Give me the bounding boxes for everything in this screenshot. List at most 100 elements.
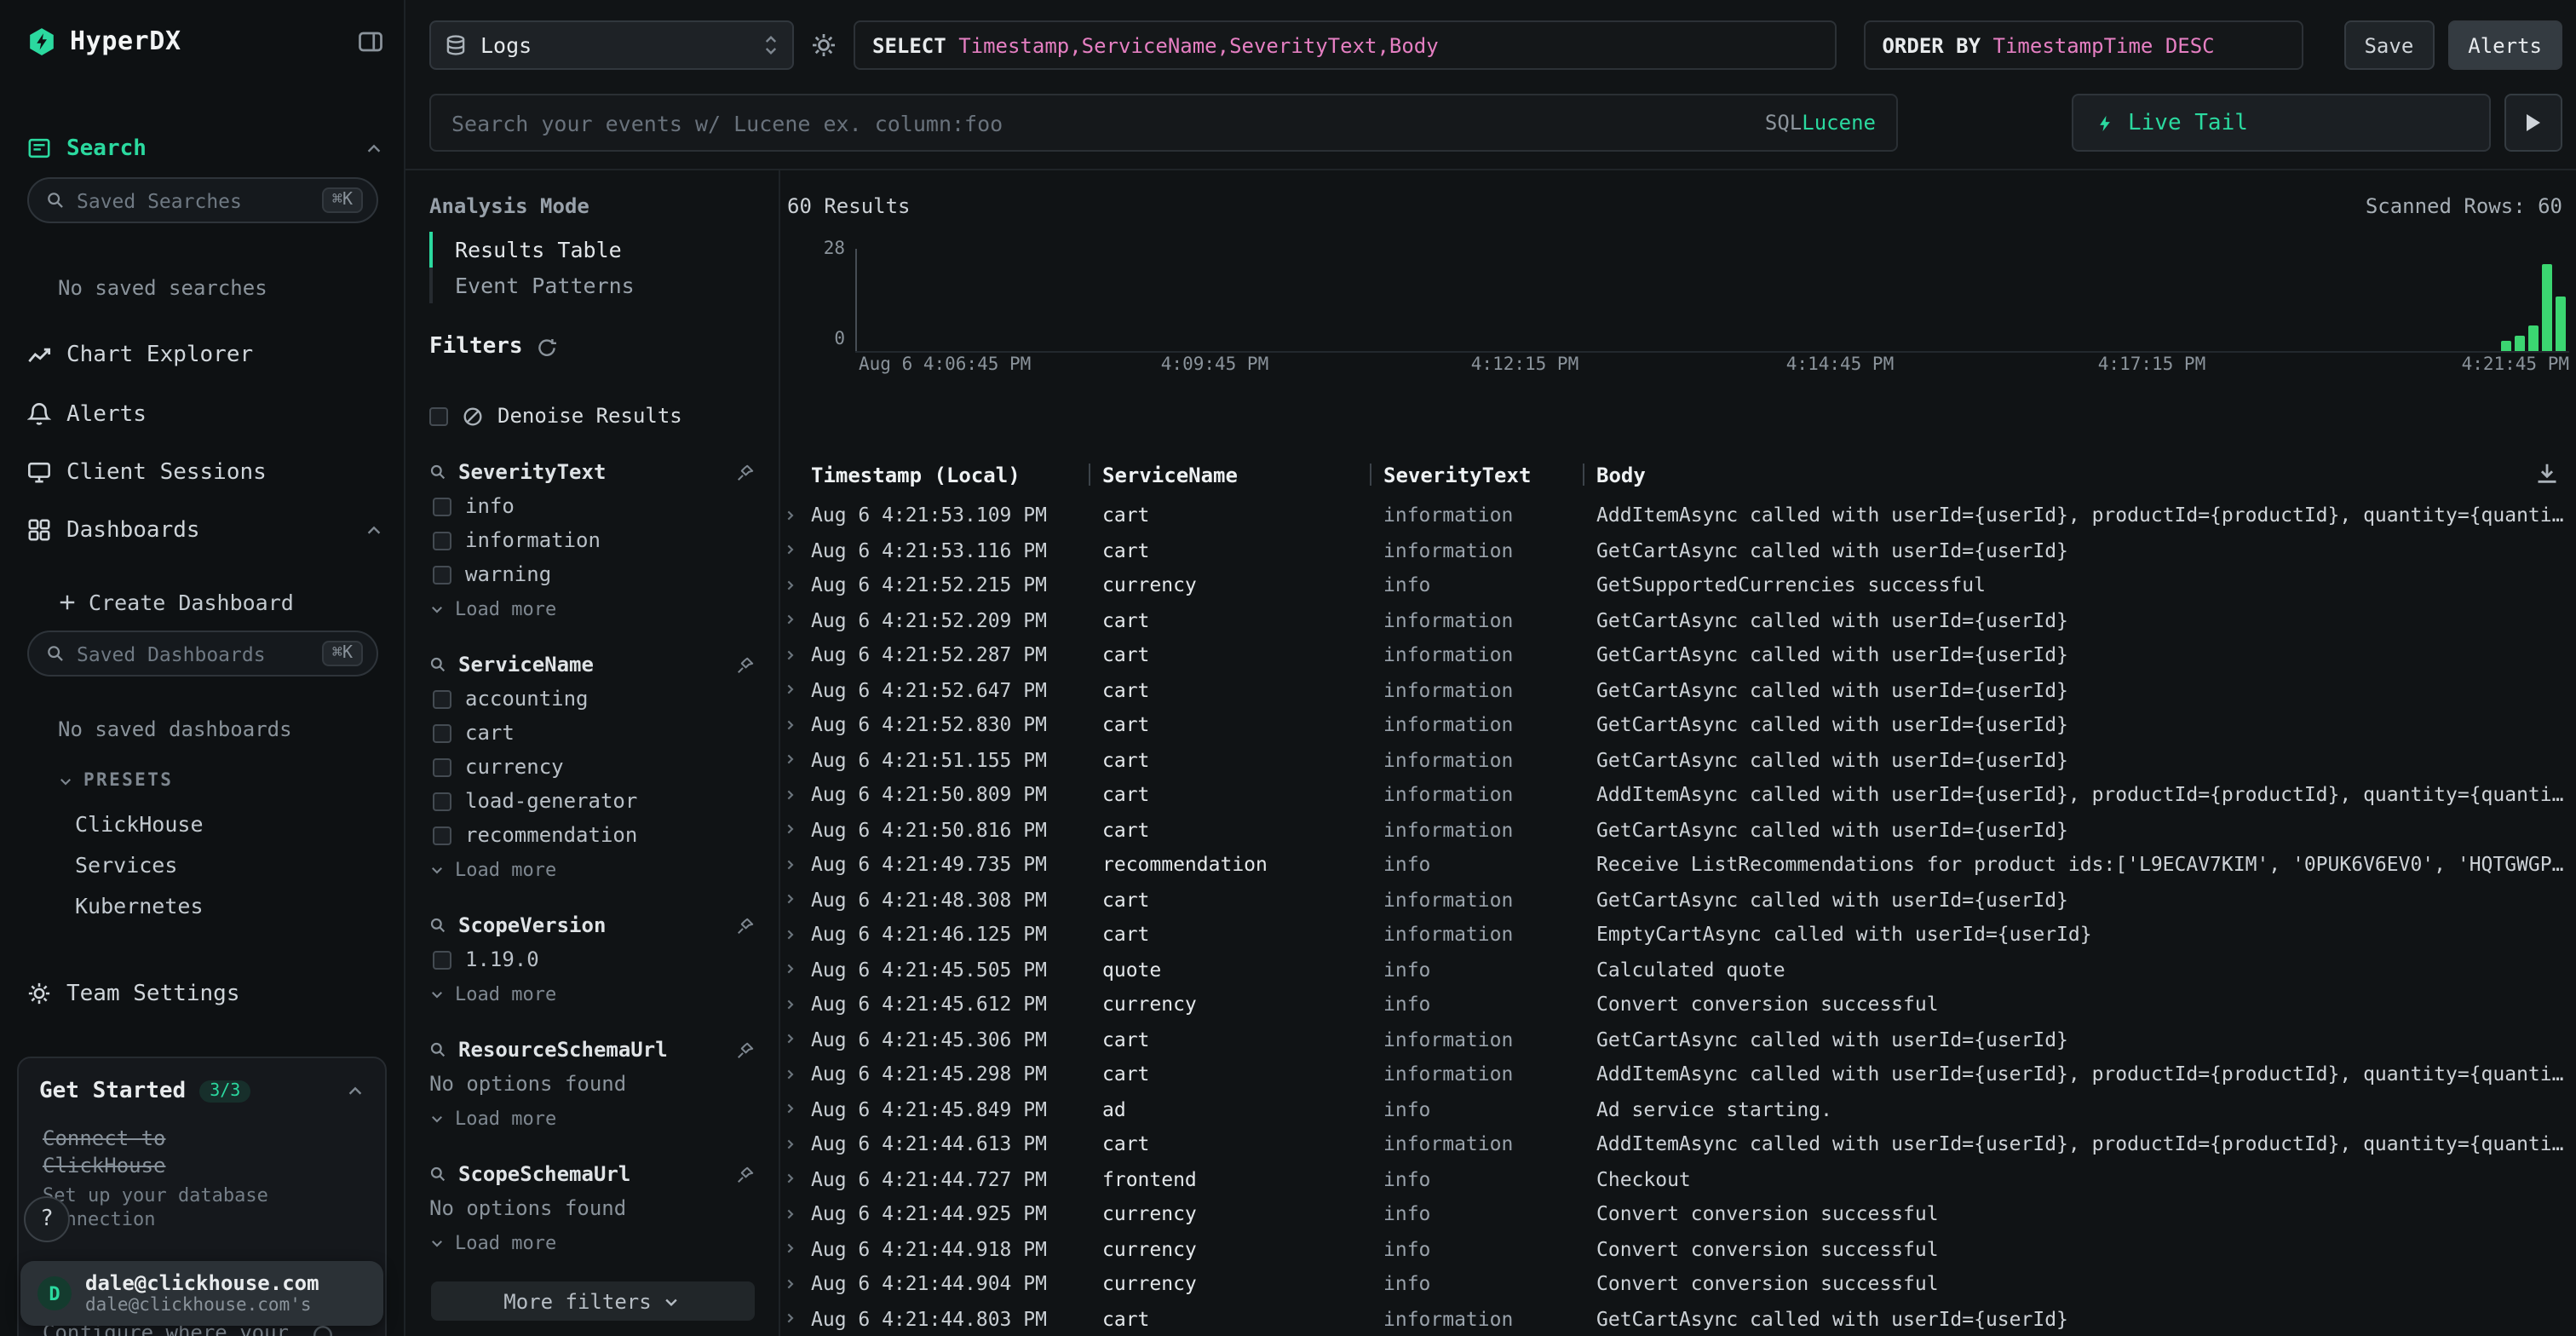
row-expand-icon[interactable] xyxy=(784,1206,811,1222)
language-lucene-toggle[interactable]: Lucene xyxy=(1802,111,1876,135)
chevron-up-icon[interactable] xyxy=(346,1082,365,1101)
source-settings-gear-icon[interactable] xyxy=(811,32,837,58)
sidebar-item-alerts[interactable]: Alerts xyxy=(27,395,383,433)
checkbox[interactable] xyxy=(433,757,451,776)
row-expand-icon[interactable] xyxy=(784,1067,811,1082)
preset-kubernetes[interactable]: Kubernetes xyxy=(75,888,204,922)
chevron-up-icon[interactable] xyxy=(365,521,383,539)
checkbox[interactable] xyxy=(433,565,451,584)
checkbox[interactable] xyxy=(433,689,451,708)
row-expand-icon[interactable] xyxy=(784,1137,811,1152)
facet-option[interactable]: info xyxy=(429,489,755,523)
user-account-menu[interactable]: D dale@clickhouse.com dale@clickhouse.co… xyxy=(20,1261,383,1326)
download-icon[interactable] xyxy=(2535,462,2559,486)
play-button[interactable] xyxy=(2504,94,2562,152)
facet-option[interactable]: currency xyxy=(429,750,755,784)
saved-dashboards-input[interactable]: Saved Dashboards ⌘K xyxy=(27,631,378,677)
table-row[interactable]: Aug 6 4:21:46.125 PMcartinformationEmpty… xyxy=(780,917,2576,952)
table-row[interactable]: Aug 6 4:21:45.612 PMcurrencyinfoConvert … xyxy=(780,987,2576,1022)
table-row[interactable]: Aug 6 4:21:48.308 PMcartinformationGetCa… xyxy=(780,882,2576,917)
get-started-step-connect[interactable]: Connect to ClickHouse Set up your databa… xyxy=(43,1126,298,1234)
row-expand-icon[interactable] xyxy=(784,927,811,942)
histogram-bar[interactable] xyxy=(2515,336,2525,351)
select-query-input[interactable]: SELECT Timestamp,ServiceName,SeverityTex… xyxy=(854,20,1836,70)
table-row[interactable]: Aug 6 4:21:44.918 PMcurrencyinfoConvert … xyxy=(780,1231,2576,1266)
table-row[interactable]: Aug 6 4:21:45.505 PMquoteinfoCalculated … xyxy=(780,952,2576,987)
language-sql-toggle[interactable]: SQL xyxy=(1765,111,1802,135)
table-row[interactable]: Aug 6 4:21:44.727 PMfrontendinfoCheckout xyxy=(780,1161,2576,1196)
facet-option[interactable]: accounting xyxy=(429,682,755,716)
histogram-bar[interactable] xyxy=(2501,341,2511,351)
table-row[interactable]: Aug 6 4:21:44.925 PMcurrencyinfoConvert … xyxy=(780,1196,2576,1231)
sidebar-item-dashboards[interactable]: Dashboards xyxy=(27,511,383,549)
pin-icon[interactable] xyxy=(736,1165,755,1183)
preset-services[interactable]: Services xyxy=(75,847,177,881)
table-row[interactable]: Aug 6 4:21:52.830 PMcartinformationGetCa… xyxy=(780,707,2576,742)
checkbox[interactable] xyxy=(433,531,451,550)
checkbox[interactable] xyxy=(433,826,451,844)
save-button[interactable]: Save xyxy=(2343,20,2434,70)
denoise-results-checkbox[interactable]: Denoise Results xyxy=(429,404,755,428)
table-row[interactable]: Aug 6 4:21:49.735 PMrecommendationinfoRe… xyxy=(780,847,2576,882)
chevron-up-icon[interactable] xyxy=(365,139,383,158)
row-expand-icon[interactable] xyxy=(784,1311,811,1327)
checkbox[interactable] xyxy=(429,406,448,425)
load-more-button[interactable]: Load more xyxy=(429,976,755,1011)
column-header-body[interactable]: Body xyxy=(1596,464,2576,487)
mode-results-table[interactable]: Results Table xyxy=(429,232,755,268)
pin-icon[interactable] xyxy=(736,655,755,674)
sidebar-collapse-icon[interactable] xyxy=(358,28,383,54)
sidebar-item-team-settings[interactable]: Team Settings xyxy=(27,975,383,1012)
table-row[interactable]: Aug 6 4:21:51.155 PMcartinformationGetCa… xyxy=(780,742,2576,777)
load-more-button[interactable]: Load more xyxy=(429,1225,755,1259)
row-expand-icon[interactable] xyxy=(784,962,811,977)
alerts-button[interactable]: Alerts xyxy=(2447,20,2562,70)
facet-option[interactable]: cart xyxy=(429,716,755,750)
row-expand-icon[interactable] xyxy=(784,1102,811,1117)
histogram-bar[interactable] xyxy=(2528,325,2539,351)
live-tail-button[interactable]: Live Tail xyxy=(2072,94,2491,152)
row-expand-icon[interactable] xyxy=(784,543,811,558)
checkbox[interactable] xyxy=(433,723,451,742)
row-expand-icon[interactable] xyxy=(784,648,811,663)
saved-searches-input[interactable]: Saved Searches ⌘K xyxy=(27,177,378,223)
column-header-servicename[interactable]: ServiceName xyxy=(1102,464,1383,487)
row-expand-icon[interactable] xyxy=(784,682,811,698)
facet-option[interactable]: 1.19.0 xyxy=(429,942,755,976)
row-expand-icon[interactable] xyxy=(784,997,811,1012)
row-expand-icon[interactable] xyxy=(784,857,811,872)
table-row[interactable]: Aug 6 4:21:44.803 PMcartinformationGetCa… xyxy=(780,1301,2576,1336)
table-row[interactable]: Aug 6 4:21:53.116 PMcartinformationGetCa… xyxy=(780,533,2576,567)
row-expand-icon[interactable] xyxy=(784,1172,811,1187)
histogram-bar[interactable] xyxy=(2542,264,2552,351)
row-expand-icon[interactable] xyxy=(784,1276,811,1292)
load-more-button[interactable]: Load more xyxy=(429,591,755,625)
facet-option[interactable]: information xyxy=(429,523,755,557)
source-select[interactable]: Logs xyxy=(429,20,794,70)
sidebar-item-search[interactable]: Search xyxy=(27,130,383,167)
table-row[interactable]: Aug 6 4:21:52.287 PMcartinformationGetCa… xyxy=(780,637,2576,672)
table-row[interactable]: Aug 6 4:21:52.215 PMcurrencyinfoGetSuppo… xyxy=(780,567,2576,602)
row-expand-icon[interactable] xyxy=(784,613,811,628)
help-button[interactable]: ? xyxy=(24,1196,70,1242)
pin-icon[interactable] xyxy=(736,1040,755,1059)
column-header-severitytext[interactable]: SeverityText xyxy=(1383,464,1596,487)
refresh-icon[interactable] xyxy=(537,337,557,357)
load-more-button[interactable]: Load more xyxy=(429,1101,755,1135)
facet-option[interactable]: warning xyxy=(429,557,755,591)
more-filters-button[interactable]: More filters xyxy=(430,1281,754,1321)
row-expand-icon[interactable] xyxy=(784,787,811,803)
table-row[interactable]: Aug 6 4:21:45.306 PMcartinformationGetCa… xyxy=(780,1022,2576,1057)
row-expand-icon[interactable] xyxy=(784,892,811,907)
row-expand-icon[interactable] xyxy=(784,578,811,593)
row-expand-icon[interactable] xyxy=(784,1032,811,1047)
table-row[interactable]: Aug 6 4:21:44.613 PMcartinformationAddIt… xyxy=(780,1126,2576,1161)
preset-clickhouse[interactable]: ClickHouse xyxy=(75,806,204,840)
facet-option[interactable]: load-generator xyxy=(429,784,755,818)
histogram-bar[interactable] xyxy=(2556,297,2566,351)
create-dashboard-button[interactable]: Create Dashboard xyxy=(58,584,294,619)
row-expand-icon[interactable] xyxy=(784,752,811,768)
checkbox[interactable] xyxy=(433,950,451,969)
presets-section[interactable]: PRESETS xyxy=(58,767,173,794)
event-search-input[interactable]: Search your events w/ Lucene ex. column:… xyxy=(429,94,1898,152)
